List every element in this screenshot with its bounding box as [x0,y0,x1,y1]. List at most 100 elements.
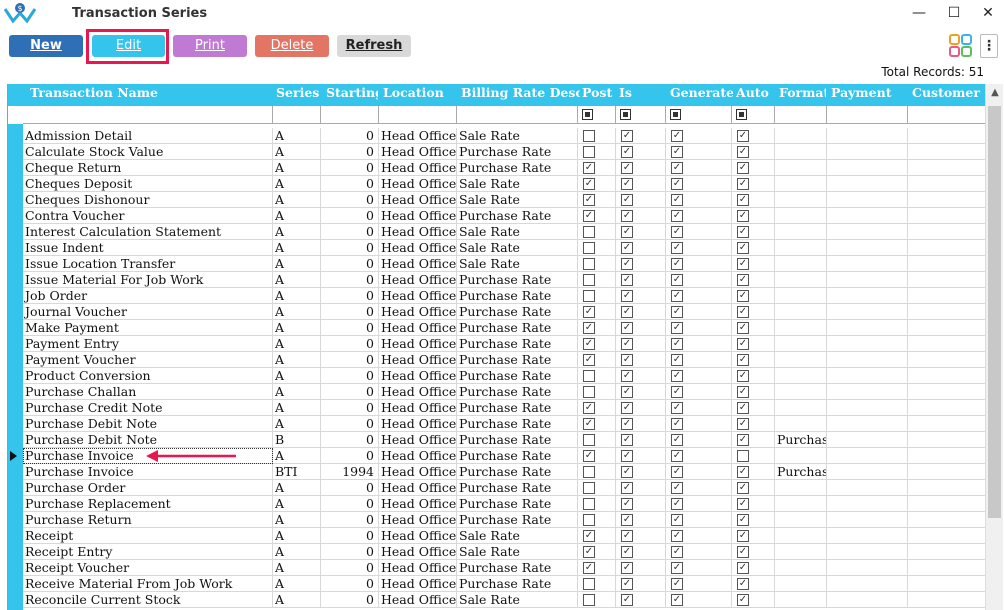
cell-pay[interactable] [827,448,908,464]
checked-checkbox-icon[interactable]: ✓ [671,370,683,382]
cell-cust[interactable] [908,144,985,160]
cell-gen[interactable]: ✓ [666,416,732,432]
cell-start[interactable]: 0 [321,560,379,576]
cell-gen[interactable]: ✓ [666,224,732,240]
unchecked-checkbox-icon[interactable] [737,450,749,462]
cell-format[interactable] [775,416,827,432]
cell-loc[interactable]: Head Office [379,288,457,304]
col-header-billing-rate[interactable]: Billing Rate Desc. [458,84,580,106]
checked-checkbox-icon[interactable]: ✓ [621,226,633,238]
cell-rate[interactable]: Purchase Rate [457,432,578,448]
cell-rate[interactable]: Sale Rate [457,192,578,208]
cell-series[interactable]: A [273,192,321,208]
checked-checkbox-icon[interactable]: ✓ [737,242,749,254]
cell-start[interactable]: 0 [321,384,379,400]
cell-name[interactable]: Make Payment [23,320,273,336]
cell-name[interactable]: Interest Calculation Statement [23,224,273,240]
cell-loc[interactable]: Head Office [379,320,457,336]
col-header-transaction-name[interactable]: Transaction Name [27,84,275,106]
cell-is[interactable]: ✓ [616,368,666,384]
cell-gen[interactable]: ✓ [666,544,732,560]
cell-name[interactable]: Issue Indent [23,240,273,256]
cell-loc[interactable]: Head Office [379,144,457,160]
checked-checkbox-icon[interactable]: ✓ [583,322,595,334]
cell-format[interactable] [775,560,827,576]
cell-is[interactable]: ✓ [616,592,666,608]
cell-loc[interactable]: Head Office [379,336,457,352]
unchecked-checkbox-icon[interactable] [583,258,595,270]
checked-checkbox-icon[interactable]: ✓ [583,546,595,558]
cell-post[interactable] [578,224,616,240]
cell-rate[interactable]: Sale Rate [457,544,578,560]
cell-rate[interactable]: Sale Rate [457,176,578,192]
cell-cust[interactable] [908,208,985,224]
col-header-generate[interactable]: Generate [667,84,733,106]
cell-cust[interactable] [908,560,985,576]
unchecked-checkbox-icon[interactable] [583,498,595,510]
cell-rate[interactable]: Sale Rate [457,224,578,240]
cell-post[interactable] [578,592,616,608]
cell-post[interactable] [578,368,616,384]
cell-format[interactable] [775,496,827,512]
checked-checkbox-icon[interactable]: ✓ [621,322,633,334]
checked-checkbox-icon[interactable]: ✓ [621,498,633,510]
col-header-post[interactable]: Post [579,84,617,106]
cell-loc[interactable]: Head Office [379,176,457,192]
cell-rate[interactable]: Purchase Rate [457,304,578,320]
cell-rate[interactable]: Purchase Rate [457,320,578,336]
cell-start[interactable]: 0 [321,144,379,160]
table-row[interactable]: Admission Detail A 0 Head Office Sale Rate ✓ ✓… [8,128,985,144]
cell-name[interactable]: Purchase Debit Note [23,416,273,432]
cell-loc[interactable]: Head Office [379,416,457,432]
checked-checkbox-icon[interactable]: ✓ [621,562,633,574]
cell-name[interactable]: Purchase Invoice [23,464,273,480]
cell-post[interactable] [578,432,616,448]
cell-is[interactable]: ✓ [616,160,666,176]
cell-gen[interactable]: ✓ [666,208,732,224]
cell-auto[interactable]: ✓ [732,528,775,544]
checked-checkbox-icon[interactable]: ✓ [671,354,683,366]
cell-name[interactable]: Payment Voucher [23,352,273,368]
cell-format[interactable] [775,288,827,304]
cell-post[interactable] [578,576,616,592]
col-header-format[interactable]: Format [776,84,826,106]
cell-cust[interactable] [908,224,985,240]
cell-loc[interactable]: Head Office [379,384,457,400]
cell-series[interactable]: A [273,528,321,544]
cell-loc[interactable]: Head Office [379,544,457,560]
checked-checkbox-icon[interactable]: ✓ [737,562,749,574]
cell-cust[interactable] [908,368,985,384]
cell-post[interactable]: ✓ [578,320,616,336]
cell-pay[interactable] [827,400,908,416]
unchecked-checkbox-icon[interactable] [583,514,595,526]
cell-series[interactable]: BTI [273,464,321,480]
cell-loc[interactable]: Head Office [379,592,457,608]
checked-checkbox-icon[interactable]: ✓ [583,450,595,462]
cell-series[interactable]: A [273,448,321,464]
checked-checkbox-icon[interactable]: ✓ [671,130,683,142]
table-row[interactable]: Payment Voucher A 0 Head Office Purchase Rat… [8,352,985,368]
filter-post[interactable] [578,106,616,124]
checked-checkbox-icon[interactable]: ✓ [621,402,633,414]
cell-is[interactable]: ✓ [616,144,666,160]
cell-format[interactable] [775,544,827,560]
cell-pay[interactable] [827,496,908,512]
cell-pay[interactable] [827,384,908,400]
cell-is[interactable]: ✓ [616,400,666,416]
cell-auto[interactable]: ✓ [732,512,775,528]
cell-pay[interactable] [827,544,908,560]
cell-series[interactable]: A [273,368,321,384]
checked-checkbox-icon[interactable]: ✓ [737,210,749,222]
cell-rate[interactable]: Purchase Rate [457,512,578,528]
cell-is[interactable]: ✓ [616,128,666,144]
cell-auto[interactable]: ✓ [732,416,775,432]
cell-name[interactable]: Reconcile Current Stock [23,592,273,608]
unchecked-checkbox-icon[interactable] [583,386,595,398]
cell-series[interactable]: A [273,560,321,576]
cell-post[interactable] [578,384,616,400]
cell-pay[interactable] [827,272,908,288]
cell-is[interactable]: ✓ [616,240,666,256]
cell-post[interactable]: ✓ [578,352,616,368]
edit-button[interactable]: Edit [92,35,165,57]
cell-is[interactable]: ✓ [616,320,666,336]
